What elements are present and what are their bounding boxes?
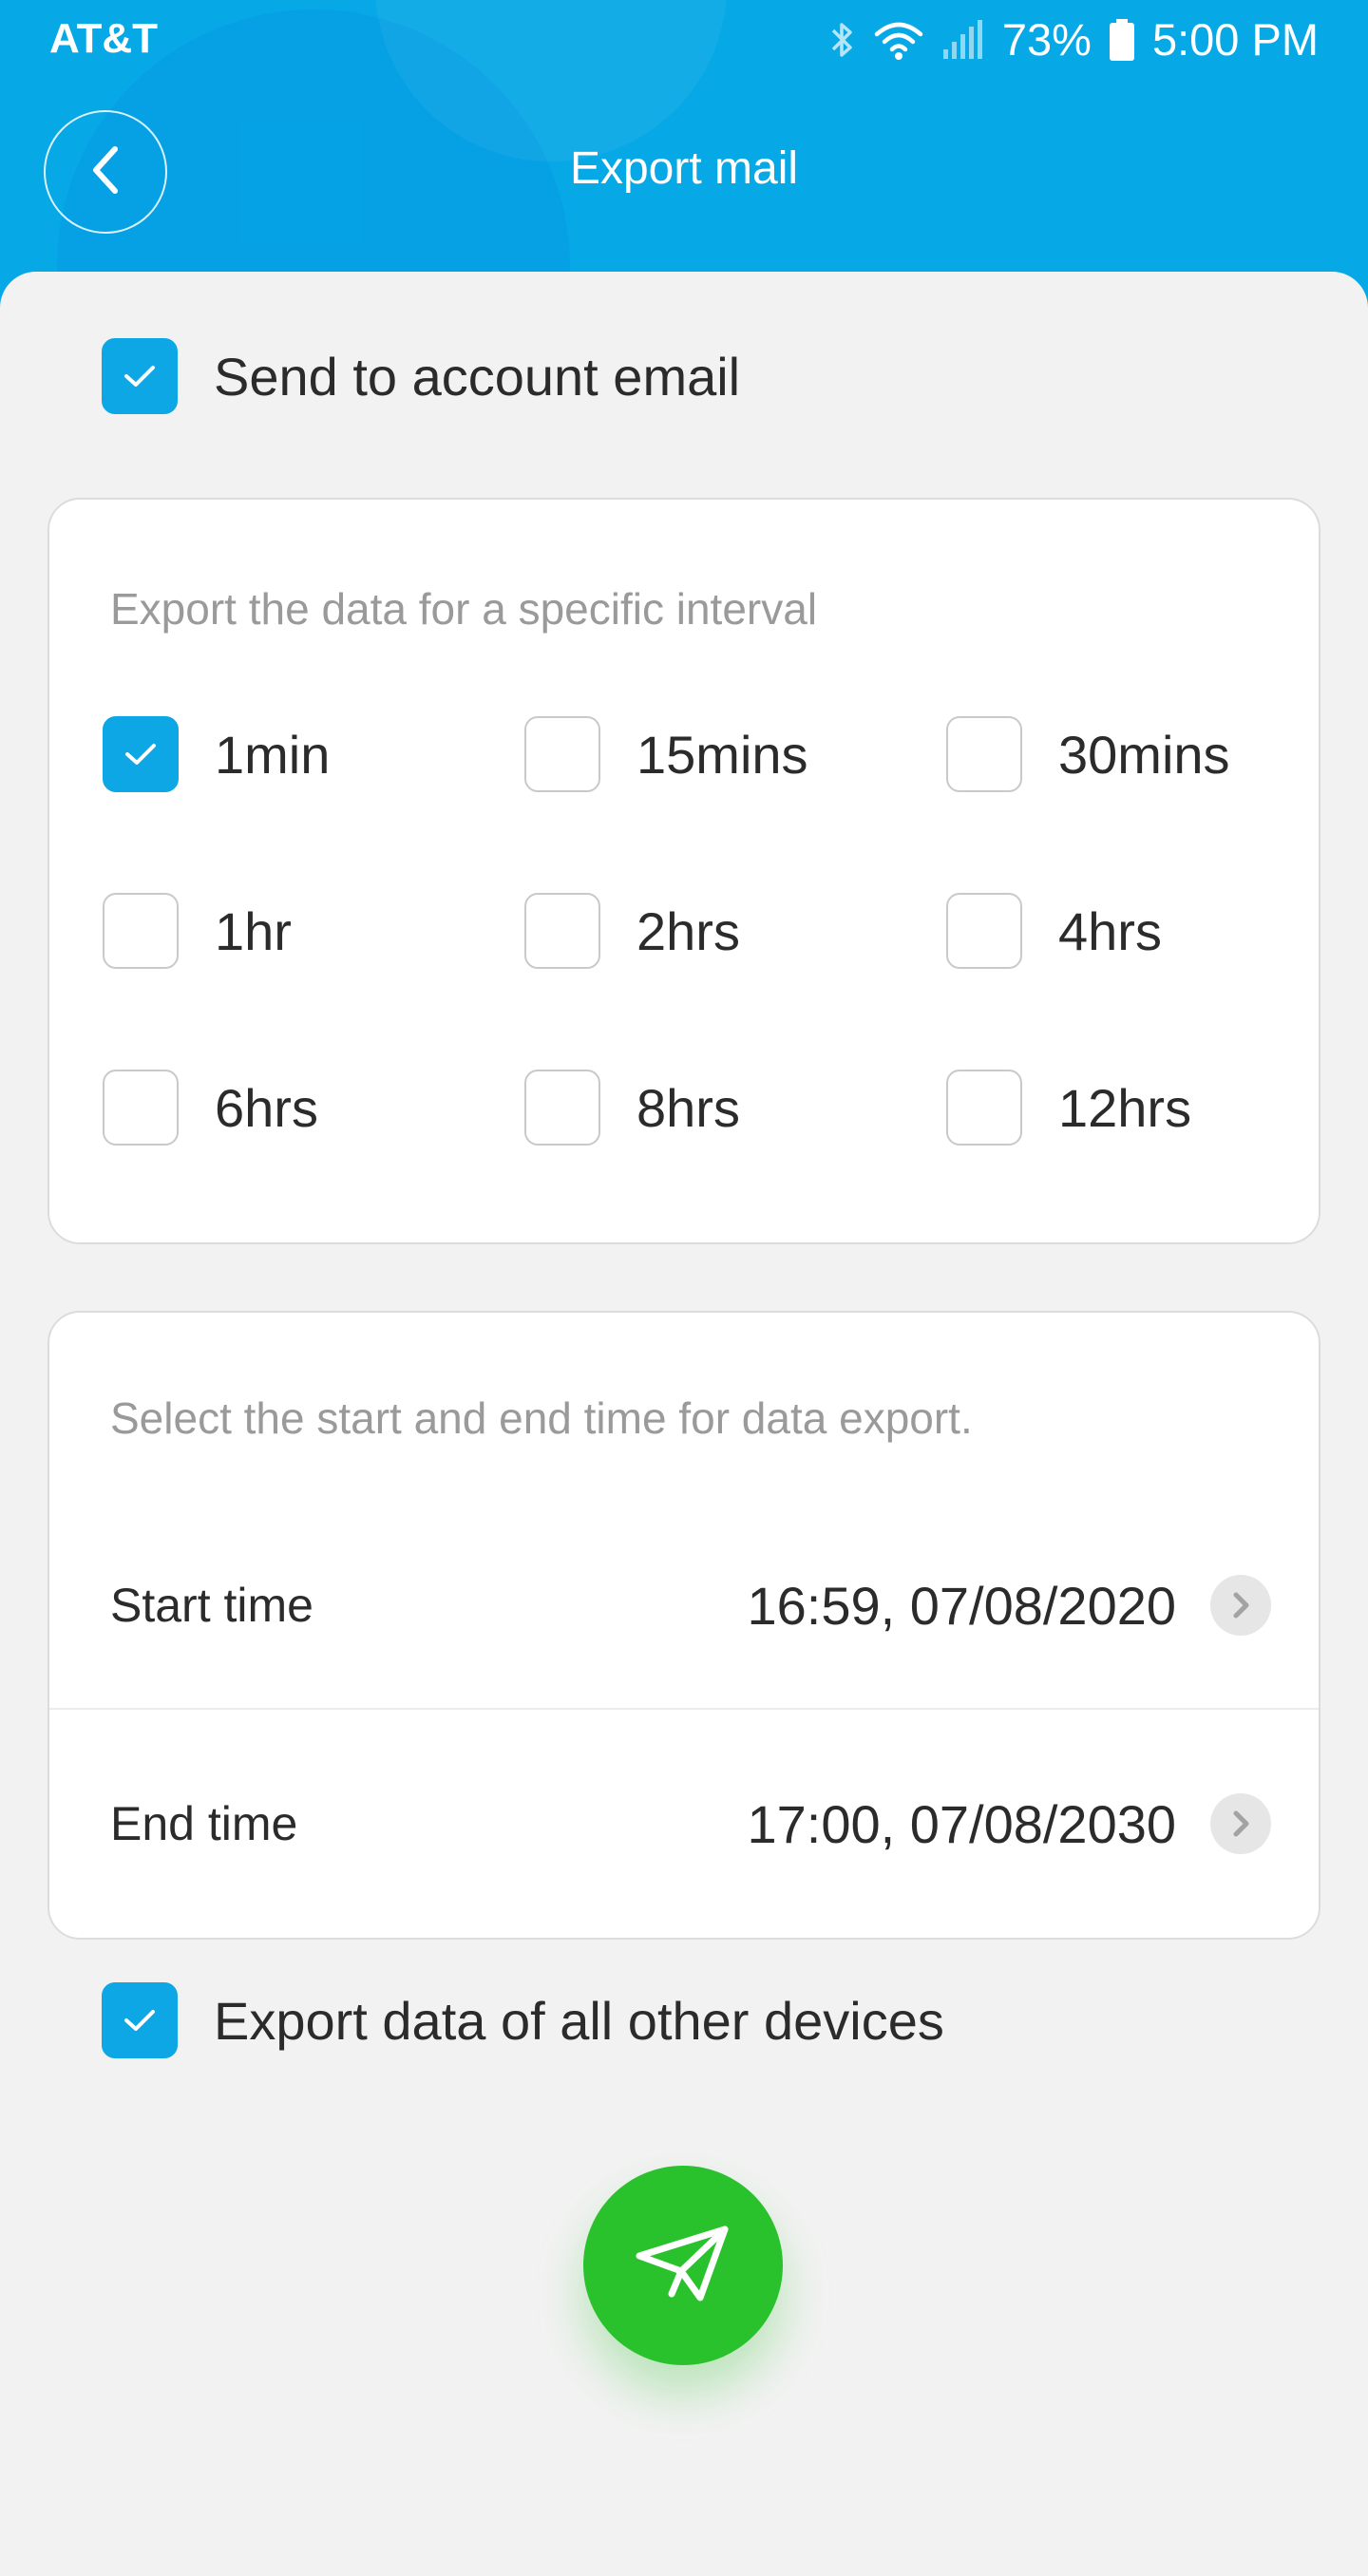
start-time-label: Start time xyxy=(110,1579,314,1632)
interval-label: 1min xyxy=(215,724,331,785)
checkmark-icon xyxy=(124,366,155,387)
start-time-value: 16:59, 07/08/2020 xyxy=(747,1575,1176,1636)
battery-icon xyxy=(1109,18,1135,62)
page-title: Export mail xyxy=(569,143,799,194)
interval-label: 2hrs xyxy=(636,900,740,961)
checkmark-icon xyxy=(125,744,156,765)
export-all-devices-label: Export data of all other devices xyxy=(214,1990,944,2051)
wifi-icon xyxy=(873,19,924,61)
interval-label: 6hrs xyxy=(215,1077,318,1138)
paper-plane-icon xyxy=(634,2224,732,2308)
checkmark-icon xyxy=(124,2010,155,2031)
send-button[interactable] xyxy=(583,2166,783,2365)
bluetooth-icon xyxy=(827,19,856,61)
interval-card: Export the data for a specific interval … xyxy=(48,498,1320,1244)
header: AT&T 73% 5:00 PM Export mail xyxy=(0,0,1368,313)
end-time-value: 17:00, 07/08/2030 xyxy=(747,1793,1176,1854)
send-to-account-checkbox[interactable] xyxy=(102,338,178,414)
status-icons: 73% 5:00 PM xyxy=(827,13,1319,66)
interval-option-30mins[interactable]: 30mins xyxy=(946,716,1230,792)
battery-percent: 73% xyxy=(1001,14,1092,65)
interval-label: 15mins xyxy=(636,724,808,785)
interval-checkbox[interactable] xyxy=(524,716,600,792)
send-to-account-option[interactable]: Send to account email xyxy=(102,338,740,414)
clock: 5:00 PM xyxy=(1151,14,1319,65)
send-to-account-label: Send to account email xyxy=(214,346,741,407)
export-all-devices-checkbox[interactable] xyxy=(102,1982,178,2058)
start-time-row[interactable]: Start time 16:59, 07/08/2020 xyxy=(49,1510,1319,1700)
interval-option-1hr[interactable]: 1hr xyxy=(103,893,292,969)
time-range-hint: Select the start and end time for data e… xyxy=(110,1393,973,1443)
interval-checkbox[interactable] xyxy=(524,893,600,969)
interval-label: 30mins xyxy=(1058,724,1230,785)
interval-option-15mins[interactable]: 15mins xyxy=(524,716,808,792)
divider xyxy=(49,1708,1319,1710)
interval-option-8hrs[interactable]: 8hrs xyxy=(524,1070,740,1146)
export-all-devices-option[interactable]: Export data of all other devices xyxy=(102,1982,944,2058)
interval-checkbox[interactable] xyxy=(946,716,1022,792)
interval-checkbox[interactable] xyxy=(103,893,179,969)
end-time-row[interactable]: End time 17:00, 07/08/2030 xyxy=(49,1729,1319,1919)
interval-label: 1hr xyxy=(215,900,292,961)
interval-checkbox[interactable] xyxy=(103,1070,179,1146)
interval-option-12hrs[interactable]: 12hrs xyxy=(946,1070,1191,1146)
signal-icon xyxy=(941,19,985,61)
interval-checkbox[interactable] xyxy=(524,1070,600,1146)
interval-label: 8hrs xyxy=(636,1077,740,1138)
carrier-name: AT&T xyxy=(49,15,159,62)
interval-checkbox[interactable] xyxy=(946,893,1022,969)
interval-label: 12hrs xyxy=(1058,1077,1192,1138)
interval-option-2hrs[interactable]: 2hrs xyxy=(524,893,740,969)
interval-options: 1min 15mins 30mins 1hr 2hrs 4hrs 6hrs 8h… xyxy=(103,716,1338,1146)
interval-checkbox[interactable] xyxy=(103,716,179,792)
status-bar: AT&T 73% 5:00 PM xyxy=(0,0,1368,80)
chevron-right-icon xyxy=(1210,1793,1271,1854)
interval-option-1min[interactable]: 1min xyxy=(103,716,330,792)
interval-hint: Export the data for a specific interval xyxy=(110,584,818,634)
end-time-label: End time xyxy=(110,1797,298,1850)
time-range-card: Select the start and end time for data e… xyxy=(48,1311,1320,1940)
chevron-right-icon xyxy=(1210,1575,1271,1636)
interval-option-6hrs[interactable]: 6hrs xyxy=(103,1070,318,1146)
interval-label: 4hrs xyxy=(1058,900,1162,961)
interval-checkbox[interactable] xyxy=(946,1070,1022,1146)
interval-option-4hrs[interactable]: 4hrs xyxy=(946,893,1162,969)
